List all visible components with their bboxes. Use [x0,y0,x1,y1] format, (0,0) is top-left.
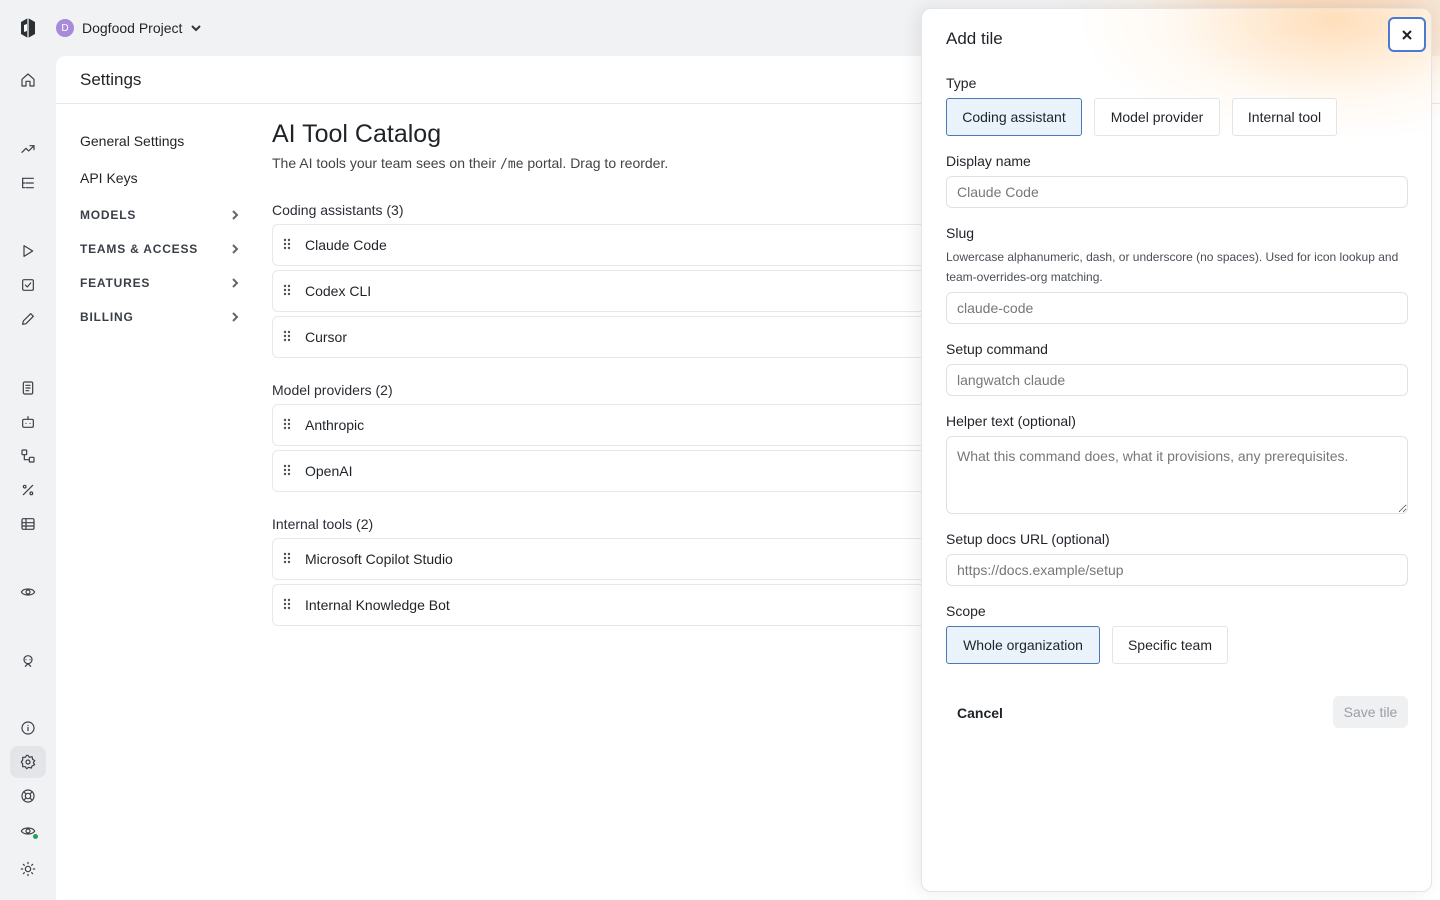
tile-label: Anthropic [305,417,365,433]
play-icon[interactable] [10,235,46,267]
close-icon [1402,29,1412,40]
left-rail [0,0,56,900]
info-icon[interactable] [10,712,46,744]
subnav-label: MODELS [80,208,137,222]
desc-text: The AI tools your team sees on their [272,155,501,171]
checkbox-icon[interactable] [10,269,46,301]
type-option-coding-assistant[interactable]: Coding assistant [946,98,1082,136]
save-tile-button[interactable]: Save tile [1333,696,1408,728]
helper-text-textarea[interactable] [946,436,1408,514]
type-option-model-provider[interactable]: Model provider [1094,98,1220,136]
tile-label: Claude Code [305,237,387,253]
tile-label: Internal Knowledge Bot [305,597,450,613]
drag-handle-icon[interactable] [283,238,295,252]
chevron-right-icon [232,210,239,220]
home-icon[interactable] [10,64,46,96]
monitoring-eye-icon[interactable] [10,815,46,847]
cancel-button[interactable]: Cancel [946,697,1014,729]
subnav-label: TEAMS & ACCESS [80,242,199,256]
settings-gear-icon[interactable] [10,746,46,778]
chevron-down-icon [191,25,202,32]
subnav-section-features[interactable]: FEATURES [80,266,240,300]
drawer-title: Add tile [946,29,1003,48]
trending-up-icon[interactable] [10,133,46,165]
helper-text-label: Helper text (optional) [946,413,1076,429]
document-icon[interactable] [10,372,46,404]
tile-label: Microsoft Copilot Studio [305,551,453,567]
drag-handle-icon[interactable] [283,418,295,432]
tile-label: OpenAI [305,463,353,479]
subnav-section-billing[interactable]: BILLING [80,300,240,334]
settings-subnav: General Settings API Keys MODELS TEAMS &… [80,124,240,334]
subnav-general-settings[interactable]: General Settings [80,124,240,158]
type-option-internal-tool[interactable]: Internal tool [1232,98,1337,136]
slug-label: Slug [946,225,975,241]
docs-url-label: Setup docs URL (optional) [946,531,1110,547]
scope-option-whole-organization[interactable]: Whole organization [946,626,1100,664]
subnav-label: General Settings [80,133,185,149]
docs-url-input[interactable] [946,554,1408,586]
drag-handle-icon[interactable] [283,330,295,344]
table-icon[interactable] [10,508,46,540]
status-online-dot [32,833,39,840]
project-avatar: D [56,19,74,37]
support-agent-icon[interactable] [10,645,46,677]
subnav-label: API Keys [80,170,138,186]
close-drawer-button[interactable] [1388,17,1426,52]
workflow-icon[interactable] [10,440,46,472]
help-lifebuoy-icon[interactable] [10,780,46,812]
subnav-label: FEATURES [80,276,151,290]
list-tree-icon[interactable] [10,167,46,199]
bot-icon[interactable] [10,406,46,438]
theme-sun-icon[interactable] [10,853,46,885]
project-selector[interactable]: D Dogfood Project [56,19,202,37]
setup-command-label: Setup command [946,341,1048,357]
scope-option-specific-team[interactable]: Specific team [1112,626,1228,664]
scope-label: Scope [946,603,986,619]
slug-input[interactable] [946,292,1408,324]
percent-icon[interactable] [10,474,46,506]
app-logo-icon[interactable] [15,16,41,40]
chevron-right-icon [232,312,239,322]
tile-label: Cursor [305,329,348,345]
subnav-api-keys[interactable]: API Keys [80,161,240,195]
setup-command-input[interactable] [946,364,1408,396]
desc-text: portal. Drag to reorder. [523,155,669,171]
project-name: Dogfood Project [82,20,183,36]
subnav-section-models[interactable]: MODELS [80,198,240,232]
display-name-label: Display name [946,153,1031,169]
drag-handle-icon[interactable] [283,552,295,566]
display-name-input[interactable] [946,176,1408,208]
drag-handle-icon[interactable] [283,598,295,612]
subnav-section-teams-access[interactable]: TEAMS & ACCESS [80,232,240,266]
chevron-right-icon [232,278,239,288]
chevron-right-icon [232,244,239,254]
pencil-icon[interactable] [10,303,46,335]
eye-icon[interactable] [10,576,46,608]
tile-label: Codex CLI [305,283,372,299]
slug-help-text: Lowercase alphanumeric, dash, or undersc… [946,250,1399,284]
type-label: Type [946,75,977,91]
page-title: Settings [80,69,142,89]
drag-handle-icon[interactable] [283,464,295,478]
add-tile-drawer: Add tile Type Coding assistant Model pro… [921,8,1432,892]
drag-handle-icon[interactable] [283,284,295,298]
desc-code: /me [500,157,524,172]
subnav-label: BILLING [80,310,134,324]
